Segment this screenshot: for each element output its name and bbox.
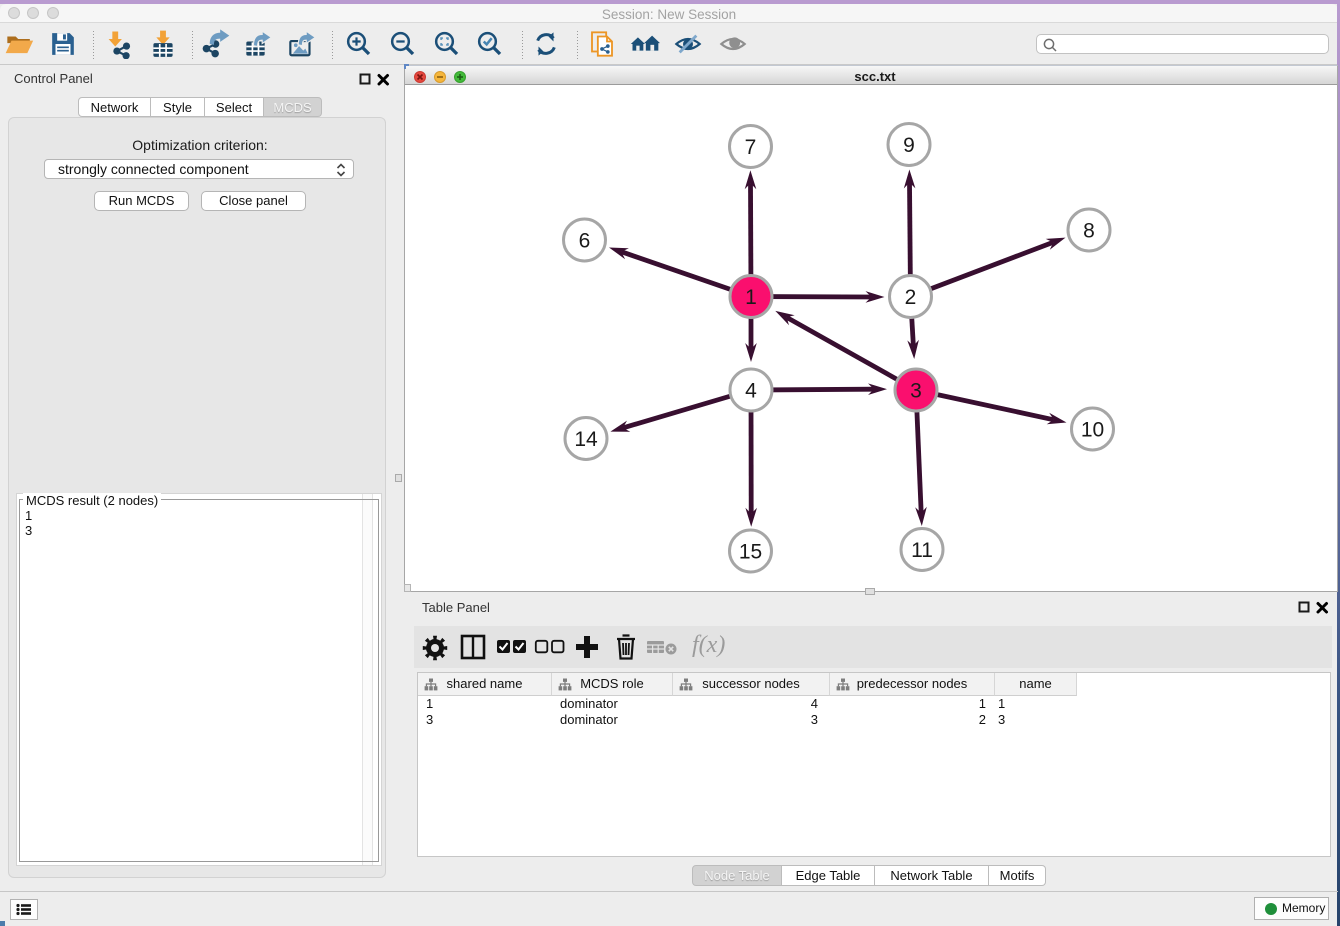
svg-text:9: 9: [903, 134, 915, 157]
svg-text:3: 3: [910, 380, 922, 403]
svg-text:7: 7: [745, 136, 757, 159]
svg-text:6: 6: [579, 230, 591, 253]
svg-text:8: 8: [1083, 220, 1095, 243]
svg-text:4: 4: [745, 380, 757, 403]
svg-text:14: 14: [574, 428, 598, 451]
svg-text:2: 2: [905, 286, 917, 309]
svg-text:1: 1: [745, 286, 757, 309]
svg-text:15: 15: [739, 541, 762, 564]
svg-text:11: 11: [911, 539, 933, 562]
svg-text:10: 10: [1081, 419, 1104, 442]
